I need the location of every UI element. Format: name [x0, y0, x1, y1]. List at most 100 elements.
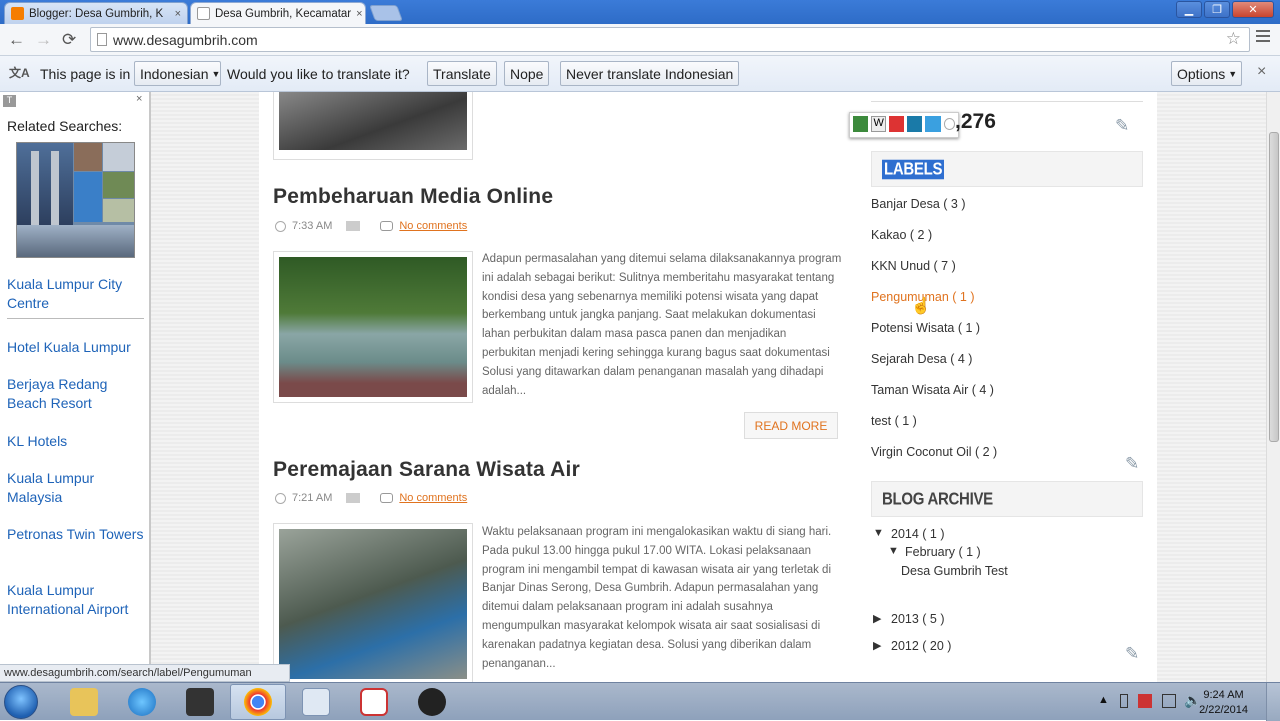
labels-title: LABELS — [882, 159, 945, 180]
show-hidden-icons-icon[interactable]: ▲ — [1098, 694, 1109, 706]
wrench-icon[interactable]: ✎ — [1125, 454, 1139, 474]
browser-toolbar: ← → ⟳ www.desagumbrih.com ☆ — [0, 24, 1280, 56]
news-icon[interactable] — [907, 116, 923, 132]
label-link[interactable]: test ( 1 ) — [871, 414, 917, 428]
close-translate-icon[interactable]: × — [1257, 63, 1266, 81]
post-time: 7:21 AM — [292, 492, 333, 504]
nope-button[interactable]: Nope — [504, 61, 550, 86]
comments-link[interactable]: No comments — [399, 220, 467, 232]
pageview-counter: ,276 — [955, 110, 996, 133]
address-bar[interactable]: www.desagumbrih.com ☆ — [90, 27, 1250, 52]
chrome-taskbar-button[interactable] — [230, 684, 286, 720]
page-viewport: T × Related Searches: Kuala Lumpur City … — [0, 92, 1280, 682]
panel-close-icon[interactable]: × — [136, 93, 142, 105]
archive-month[interactable]: February ( 1 ) — [905, 545, 981, 559]
back-button[interactable]: ← — [8, 30, 25, 50]
related-link-klcc[interactable]: Kuala Lumpur City Centre — [7, 275, 145, 313]
reload-button[interactable]: ⟳ — [62, 30, 76, 50]
related-link-petronas[interactable]: Petronas Twin Towers — [7, 525, 145, 544]
archive-post[interactable]: Desa Gumbrih Test — [901, 564, 1008, 578]
internet-explorer-icon — [128, 688, 156, 716]
chevron-down-icon: ▼ — [1228, 68, 1238, 79]
page-icon — [197, 7, 210, 20]
vertical-scrollbar[interactable] — [1266, 92, 1280, 682]
label-link[interactable]: Taman Wisata Air ( 4 ) — [871, 383, 994, 397]
bookmark-star-icon[interactable]: ☆ — [1226, 29, 1241, 49]
translate-button[interactable]: Translate — [427, 61, 497, 86]
related-link-kl-hotels[interactable]: KL Hotels — [7, 432, 145, 451]
app-taskbar-button[interactable] — [346, 684, 402, 720]
start-button[interactable] — [4, 685, 38, 719]
comments-link[interactable]: No comments — [399, 492, 467, 504]
never-translate-button[interactable]: Never translate Indonesian — [560, 61, 740, 86]
clock-icon — [275, 492, 286, 504]
post-image-beach[interactable] — [273, 92, 473, 160]
taskbar-clock[interactable]: 9:24 AM 2/22/2014 — [1199, 688, 1248, 718]
tab-close-icon[interactable]: × — [175, 8, 181, 20]
title-bar: Blogger: Desa Gumbrih, K × Desa Gumbrih,… — [0, 0, 1280, 24]
network-icon[interactable] — [1162, 694, 1176, 708]
related-searches-panel: T × Related Searches: Kuala Lumpur City … — [0, 92, 151, 682]
label-link[interactable]: KKN Unud ( 7 ) — [871, 259, 956, 273]
battery-icon[interactable] — [1120, 694, 1128, 708]
wrench-icon[interactable]: ✎ — [1125, 644, 1139, 664]
wrench-icon[interactable]: ✎ — [1115, 116, 1129, 136]
archive-year[interactable]: 2014 ( 1 ) — [891, 527, 945, 541]
translate-icon: 文A — [9, 66, 30, 80]
google-icon[interactable] — [853, 116, 869, 132]
action-center-icon[interactable] — [1138, 694, 1152, 708]
notepad-taskbar-button[interactable] — [288, 684, 344, 720]
maximize-button[interactable]: ❐ — [1204, 1, 1230, 18]
label-link[interactable]: Potensi Wisata ( 1 ) — [871, 321, 980, 335]
minimize-button[interactable]: ▁ — [1176, 1, 1202, 18]
expand-icon[interactable]: ▼ — [873, 527, 884, 539]
related-link-berjaya[interactable]: Berjaya Redang Beach Resort — [7, 375, 145, 413]
hand-cursor-icon: ☝ — [911, 298, 931, 315]
post-image-people[interactable] — [273, 523, 473, 682]
expand-icon[interactable]: ▶ — [873, 639, 881, 652]
archive-year[interactable]: 2012 ( 20 ) — [891, 639, 951, 653]
clock-icon — [275, 220, 286, 232]
tab-close-icon[interactable]: × — [356, 8, 362, 20]
tab-blogger[interactable]: Blogger: Desa Gumbrih, K × — [4, 2, 188, 24]
translate-bar: 文A This page is in Indonesian ▼ Would yo… — [0, 56, 1280, 92]
post-title[interactable]: Peremajaan Sarana Wisata Air — [273, 458, 580, 482]
media-player-taskbar-button[interactable] — [172, 684, 228, 720]
related-link-klia[interactable]: Kuala Lumpur International Airport — [7, 581, 145, 619]
post-image-river[interactable] — [273, 251, 473, 403]
scrollbar-thumb[interactable] — [1269, 132, 1279, 442]
wikipedia-icon[interactable]: W — [871, 116, 887, 132]
post-title[interactable]: Pembeharuan Media Online — [273, 185, 553, 209]
expand-icon[interactable]: ▶ — [873, 612, 881, 625]
kuala-lumpur-thumbnail[interactable] — [16, 142, 135, 258]
tab-desa-gumbrih[interactable]: Desa Gumbrih, Kecamatar × — [190, 2, 366, 24]
related-link-kl-malaysia[interactable]: Kuala Lumpur Malaysia — [7, 469, 145, 507]
translate-prefix: This page is in — [40, 66, 131, 82]
app-icon — [360, 688, 388, 716]
label-link[interactable]: Virgin Coconut Oil ( 2 ) — [871, 445, 997, 459]
ie-taskbar-button[interactable] — [114, 684, 170, 720]
related-link-hotel-kl[interactable]: Hotel Kuala Lumpur — [7, 338, 145, 357]
twitter-icon[interactable] — [925, 116, 941, 132]
show-desktop-button[interactable] — [1266, 683, 1280, 721]
explorer-taskbar-button[interactable] — [56, 684, 112, 720]
main-content: Pembeharuan Media Online 7:33 AM No comm… — [259, 92, 857, 682]
label-link[interactable]: Banjar Desa ( 3 ) — [871, 197, 965, 211]
expand-icon[interactable]: ▼ — [888, 545, 899, 557]
options-button[interactable]: Options ▼ — [1171, 61, 1242, 86]
forward-button[interactable]: → — [35, 30, 52, 50]
post-meta: 7:21 AM No comments — [275, 492, 467, 504]
label-link[interactable]: Kakao ( 2 ) — [871, 228, 932, 242]
obs-taskbar-button[interactable] — [404, 684, 460, 720]
language-select[interactable]: Indonesian ▼ — [134, 61, 221, 86]
new-tab-button[interactable] — [369, 5, 403, 21]
read-more-button[interactable]: READ MORE — [744, 412, 838, 439]
blogger-icon — [11, 7, 24, 20]
folder-icon — [346, 221, 361, 231]
close-window-button[interactable]: ✕ — [1232, 1, 1274, 18]
label-link[interactable]: Sejarah Desa ( 4 ) — [871, 352, 972, 366]
chrome-menu-icon[interactable] — [1256, 30, 1270, 45]
close-icon[interactable] — [943, 118, 956, 130]
archive-year[interactable]: 2013 ( 5 ) — [891, 612, 945, 626]
youtube-icon[interactable] — [889, 116, 905, 132]
